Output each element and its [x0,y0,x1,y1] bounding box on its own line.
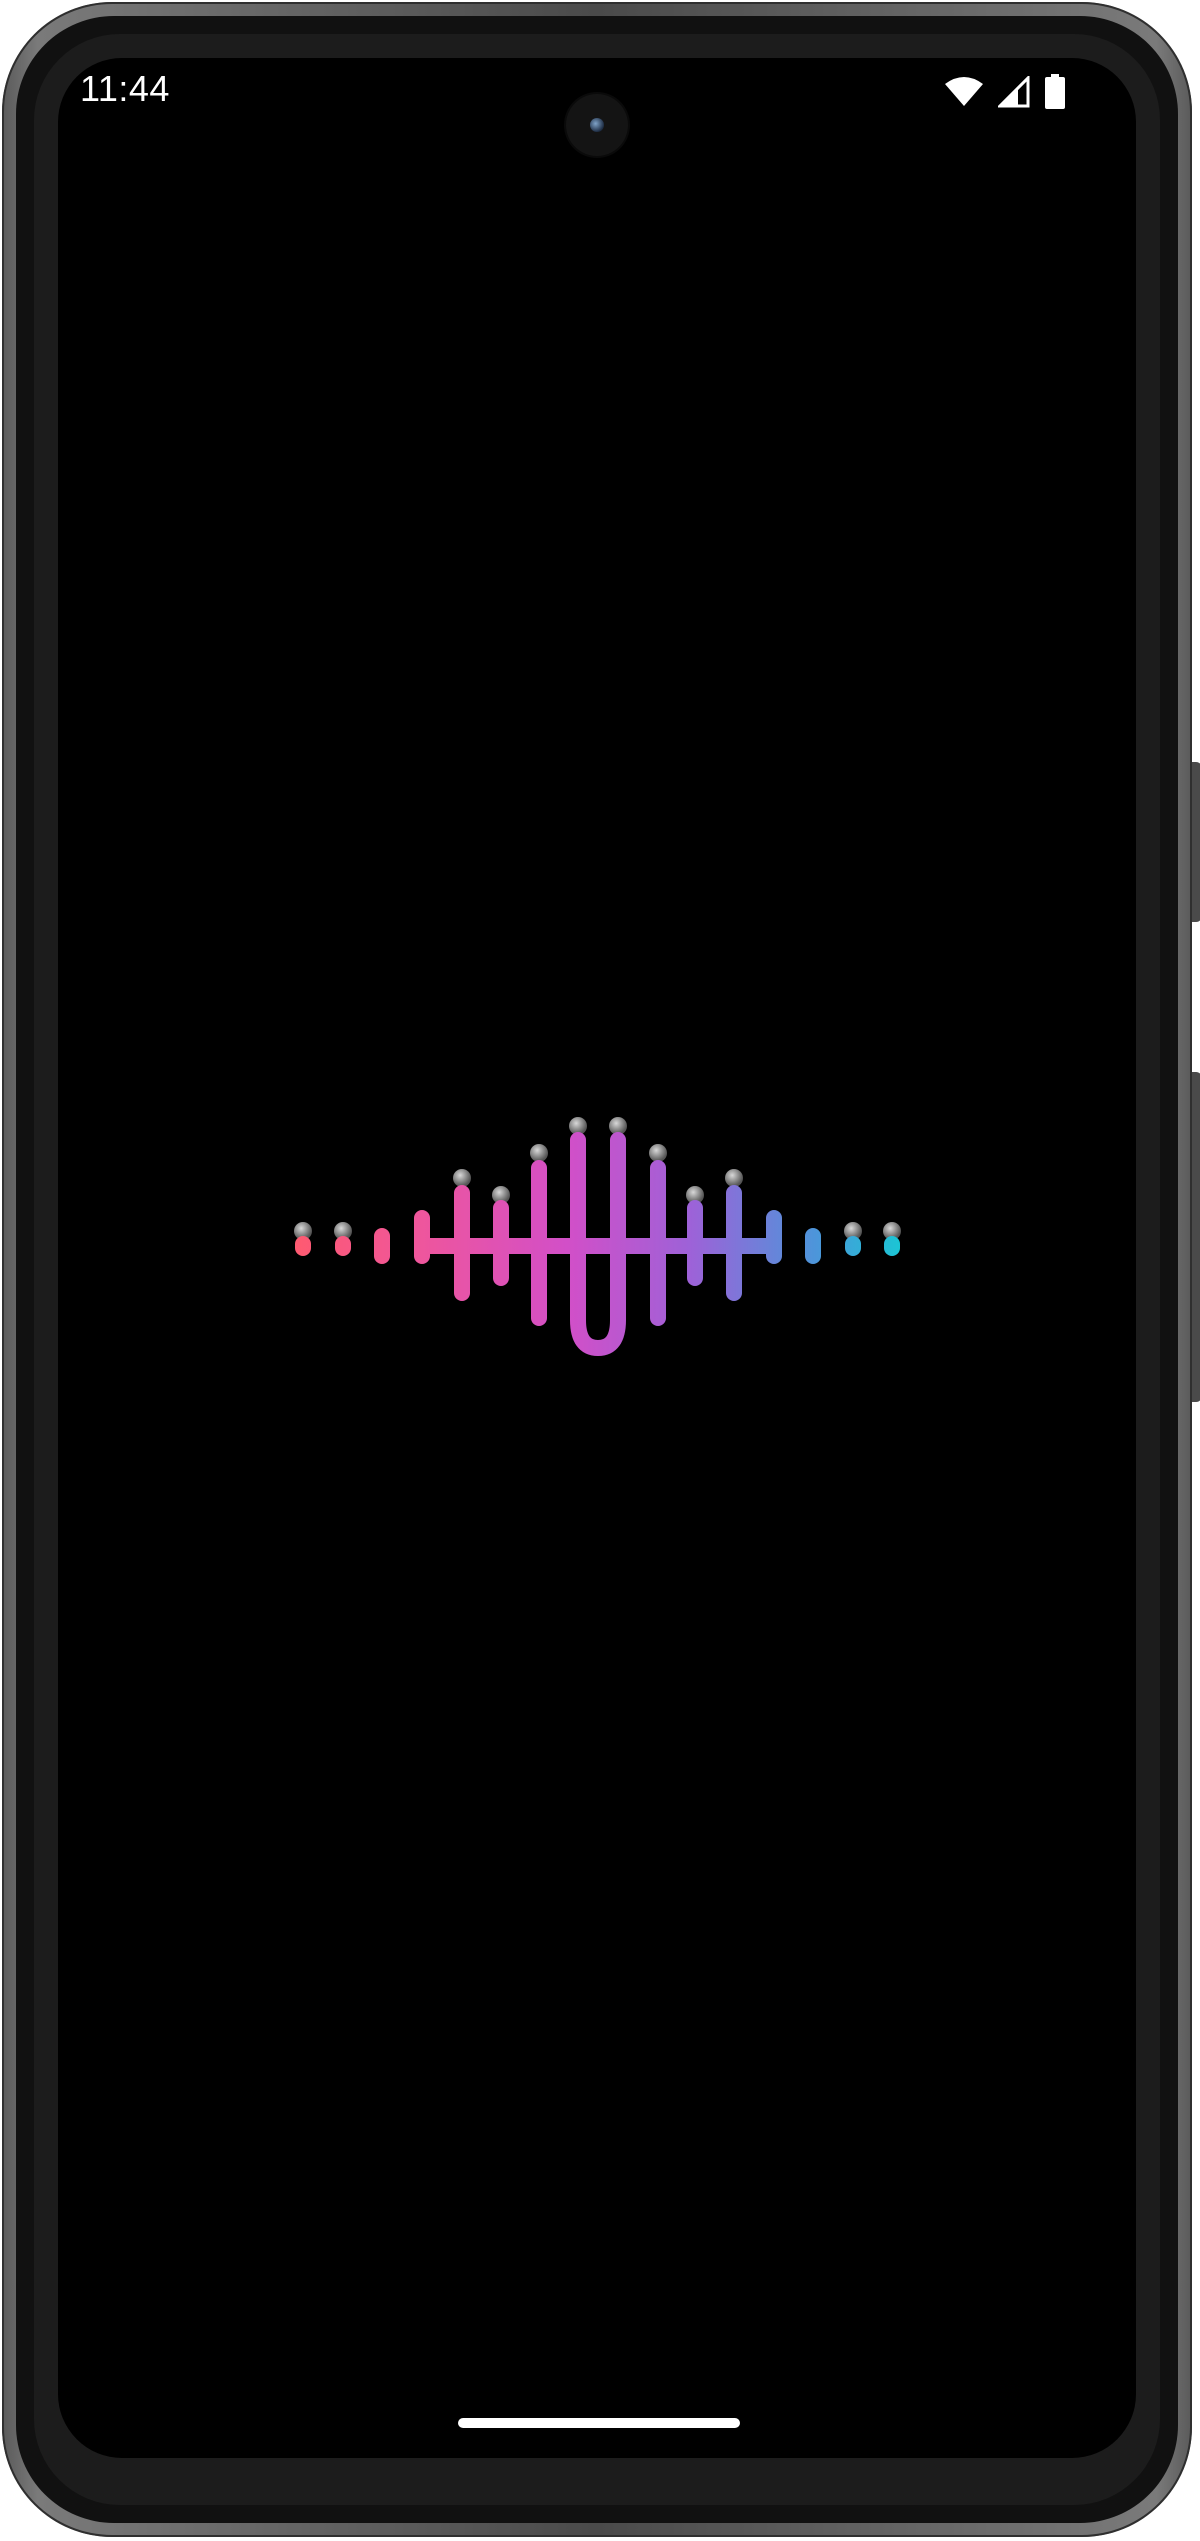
waveform-bars [295,1132,900,1356]
audio-waveform-logo-icon [294,1117,901,1356]
phone-screen: 11:44 [58,58,1136,2458]
volume-button [1192,1072,1200,1402]
waveform-caps [294,1117,901,1240]
power-button [1192,762,1200,922]
home-indicator[interactable] [458,2418,740,2428]
